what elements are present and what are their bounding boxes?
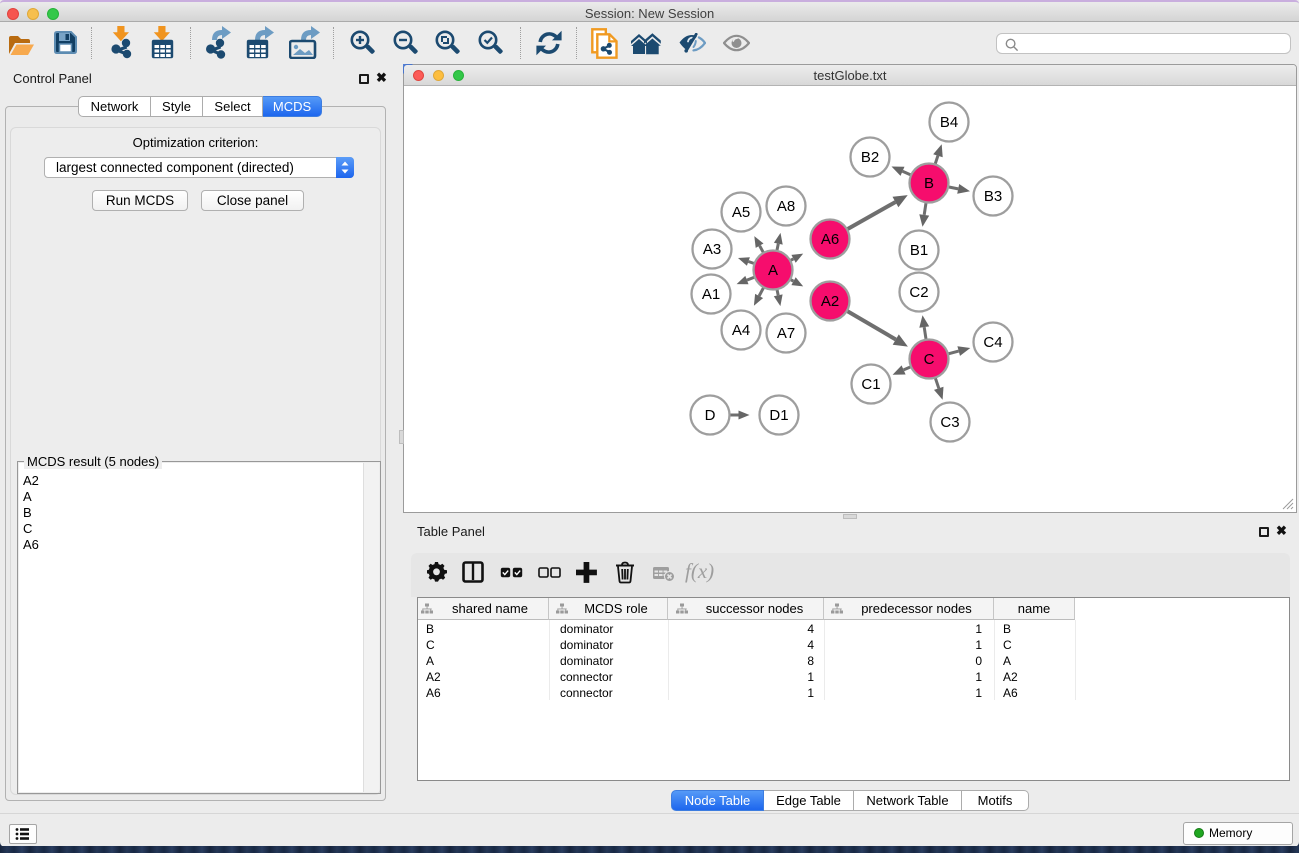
svg-text:B3: B3 [984, 188, 1002, 205]
svg-text:A: A [768, 262, 778, 279]
svg-text:A5: A5 [732, 204, 750, 221]
svg-text:A6: A6 [821, 231, 839, 248]
svg-text:B1: B1 [910, 242, 928, 259]
svg-text:B4: B4 [940, 114, 958, 131]
svg-text:D: D [705, 407, 716, 424]
svg-text:A2: A2 [821, 293, 839, 310]
svg-text:A3: A3 [703, 241, 721, 258]
svg-text:C1: C1 [861, 376, 880, 393]
svg-text:A8: A8 [777, 198, 795, 215]
svg-text:D1: D1 [769, 407, 788, 424]
svg-text:C4: C4 [983, 334, 1002, 351]
svg-text:C: C [924, 351, 935, 368]
svg-text:A4: A4 [732, 322, 750, 339]
svg-text:B: B [924, 175, 934, 192]
svg-text:B2: B2 [861, 149, 879, 166]
svg-text:A1: A1 [702, 286, 720, 303]
svg-text:C3: C3 [940, 414, 959, 431]
svg-text:C2: C2 [909, 284, 928, 301]
svg-text:A7: A7 [777, 325, 795, 342]
